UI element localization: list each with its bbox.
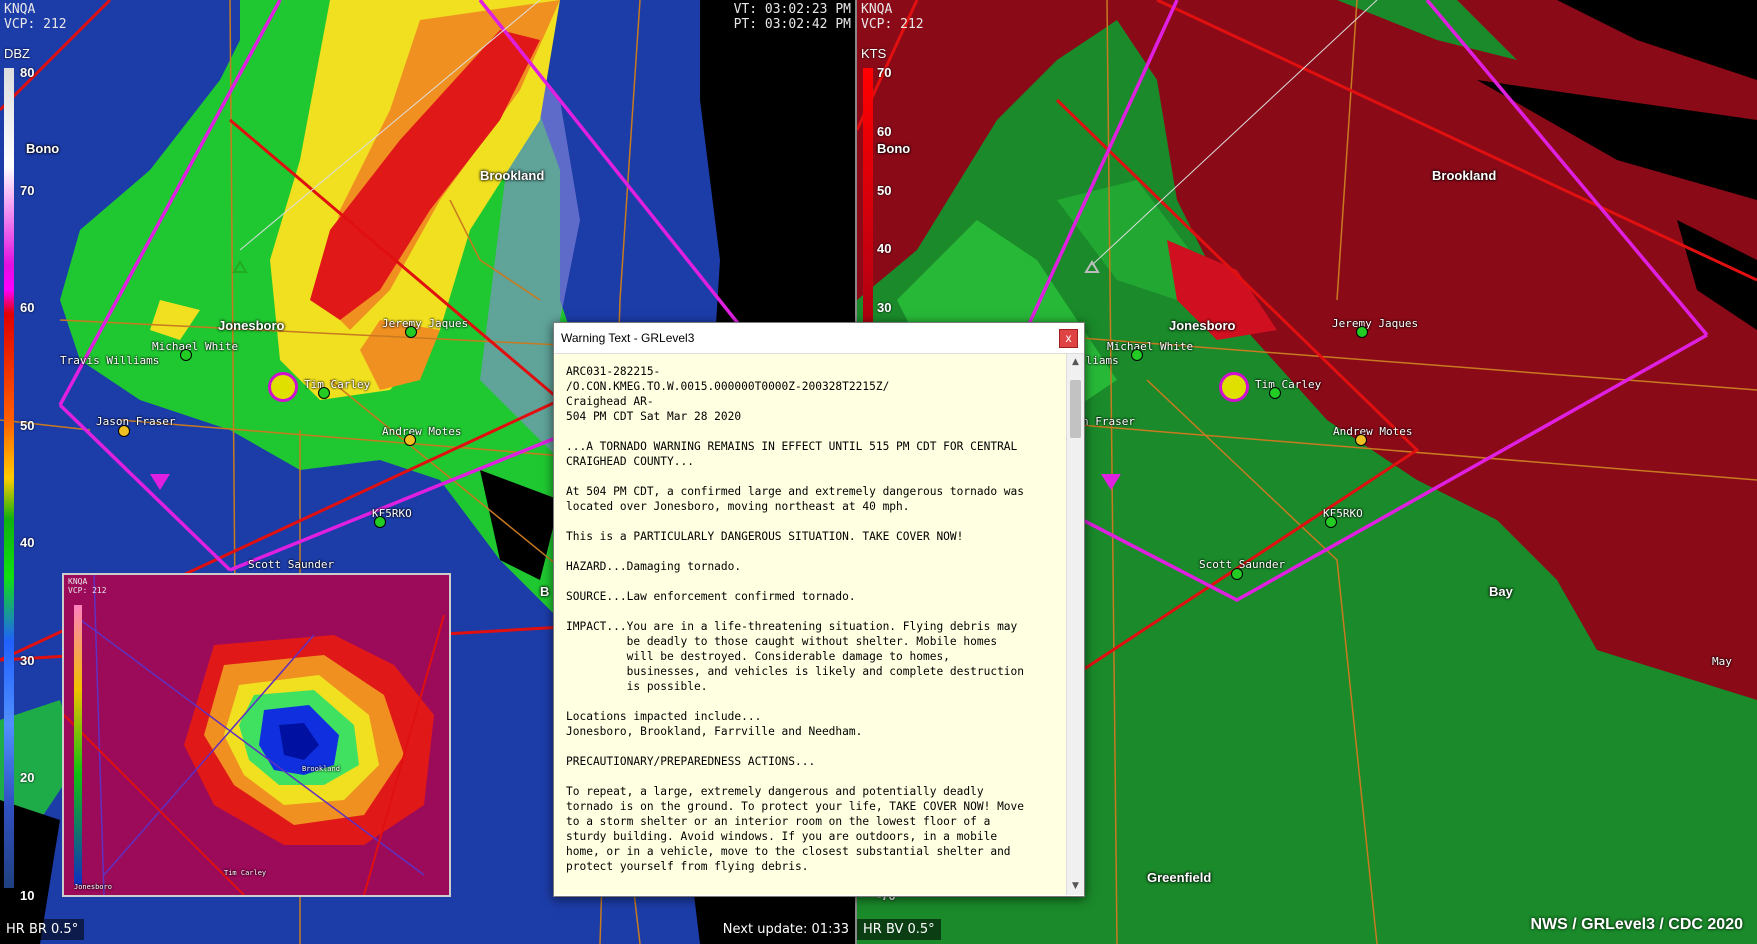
dialog-title: Warning Text - GRLevel3 <box>561 331 695 345</box>
spotter-dot-icon[interactable] <box>318 387 330 399</box>
tornado-vortex-icon[interactable] <box>268 372 298 402</box>
station-id: KNQA <box>861 2 893 17</box>
spotter-label[interactable]: Michael White <box>152 340 238 353</box>
warning-text-area[interactable]: ARC031-282215- /O.CON.KMEG.TO.W.0015.000… <box>554 354 1066 895</box>
tornado-vortex-icon[interactable] <box>1219 372 1249 402</box>
scale-tick: 50 <box>20 418 35 433</box>
spotter-label[interactable]: Andrew Motes <box>1333 425 1412 438</box>
product-label: HR BV 0.5° <box>857 919 941 940</box>
inset-radar-view[interactable]: KNQA VCP: 212 Brookland Tim Carley Jones… <box>62 573 451 897</box>
spotter-dot-icon[interactable] <box>1325 516 1337 528</box>
scale-tick: 60 <box>20 300 35 315</box>
inset-radar-map <box>64 575 449 895</box>
spotter-label[interactable]: Jeremy Jaques <box>1332 317 1418 330</box>
spotter-label[interactable]: Michael White <box>1107 340 1193 353</box>
inset-station-readout: KNQA VCP: 212 <box>64 575 111 597</box>
scale-tick: 30 <box>20 653 35 668</box>
spotter-label[interactable]: Jeremy Jaques <box>382 317 468 330</box>
spotter-label[interactable]: Tim Carley <box>1255 378 1321 391</box>
city-label: Jonesboro <box>1169 318 1236 333</box>
spotter-dot-icon[interactable] <box>1269 387 1281 399</box>
spotter-dot-icon[interactable] <box>374 516 386 528</box>
spotter-dot-icon[interactable] <box>118 425 130 437</box>
dialog-scrollbar[interactable]: ▲ ▼ <box>1066 354 1084 895</box>
spotter-dot-icon[interactable] <box>404 434 416 446</box>
scale-tick: 40 <box>20 535 35 550</box>
scale-tick: 30 <box>877 300 892 315</box>
scale-tick: 70 <box>20 183 35 198</box>
scale-tick: 20 <box>20 770 35 785</box>
spotter-label[interactable]: Jason Fraser <box>96 415 175 428</box>
scale-unit: KTS <box>861 46 887 61</box>
scroll-down-icon[interactable]: ▼ <box>1067 878 1084 895</box>
scroll-thumb[interactable] <box>1070 380 1081 438</box>
vcp-value: VCP: 212 <box>4 17 67 32</box>
warning-text-dialog[interactable]: Warning Text - GRLevel3 x ARC031-282215-… <box>553 322 1085 897</box>
spotter-dot-icon[interactable] <box>1231 568 1243 580</box>
station-id: KNQA <box>4 2 36 17</box>
close-icon[interactable]: x <box>1059 329 1078 348</box>
left-station-readout: KNQA VCP: 212 <box>0 0 71 34</box>
spotter-dot-icon[interactable] <box>1131 349 1143 361</box>
warning-text: ARC031-282215- /O.CON.KMEG.TO.W.0015.000… <box>566 365 1025 873</box>
valid-time: VT: 03:02:23 PM <box>733 2 851 17</box>
process-time: PT: 03:02:42 PM <box>733 17 851 32</box>
scale-tick: 40 <box>877 241 892 256</box>
hail-triangle-icon[interactable] <box>150 474 170 490</box>
spotter-label[interactable]: Travis Williams <box>60 354 159 367</box>
scale-tick: 70 <box>877 65 892 80</box>
inset-city-label: Jonesboro <box>74 883 112 891</box>
spotter-dot-icon[interactable] <box>1355 434 1367 446</box>
hail-triangle-icon[interactable] <box>1101 474 1121 490</box>
credit-label: NWS / GRLevel3 / CDC 2020 <box>1530 916 1743 933</box>
spotter-dot-icon[interactable] <box>1356 326 1368 338</box>
dialog-titlebar[interactable]: Warning Text - GRLevel3 x <box>554 323 1084 354</box>
vcp-value: VCP: 212 <box>68 586 107 595</box>
time-readout: VT: 03:02:23 PM PT: 03:02:42 PM <box>729 0 855 34</box>
spotter-label[interactable]: n Fraser <box>1082 415 1135 428</box>
scale-tick: 80 <box>20 65 35 80</box>
city-label: Bay <box>1489 584 1513 599</box>
spotter-label[interactable]: Tim Carley <box>304 378 370 391</box>
scale-tick: 60 <box>877 124 892 139</box>
spotter-label[interactable]: Scott Saunder <box>248 558 334 571</box>
spotter-dot-icon[interactable] <box>405 326 417 338</box>
spotter-dot-icon[interactable] <box>180 349 192 361</box>
reflectivity-color-scale <box>4 68 14 888</box>
city-label: Brookland <box>1432 168 1497 183</box>
vcp-value: VCP: 212 <box>861 17 924 32</box>
station-id: KNQA <box>68 577 88 586</box>
inset-city-label: Brookland <box>302 765 340 773</box>
spotter-label[interactable]: Andrew Motes <box>382 425 461 438</box>
city-label: Greenfield <box>1147 870 1212 885</box>
right-station-readout: KNQA VCP: 212 <box>857 0 928 34</box>
city-label: May <box>1712 655 1732 668</box>
spotter-label[interactable]: Scott Saunder <box>1199 558 1285 571</box>
scroll-up-icon[interactable]: ▲ <box>1067 354 1084 371</box>
next-update-label: Next update: 01:33 <box>716 919 855 940</box>
city-label: Jonesboro <box>218 318 285 333</box>
scale-unit: DBZ <box>4 46 30 61</box>
scale-tick: 50 <box>877 183 892 198</box>
scale-tick: 10 <box>20 888 35 903</box>
city-label: Bono <box>26 141 60 156</box>
city-label: Brookland <box>480 168 545 183</box>
city-label: Bono <box>877 141 911 156</box>
product-label: HR BR 0.5° <box>0 919 85 940</box>
city-label: B <box>540 584 550 599</box>
inset-spotter-label: Tim Carley <box>224 869 267 877</box>
